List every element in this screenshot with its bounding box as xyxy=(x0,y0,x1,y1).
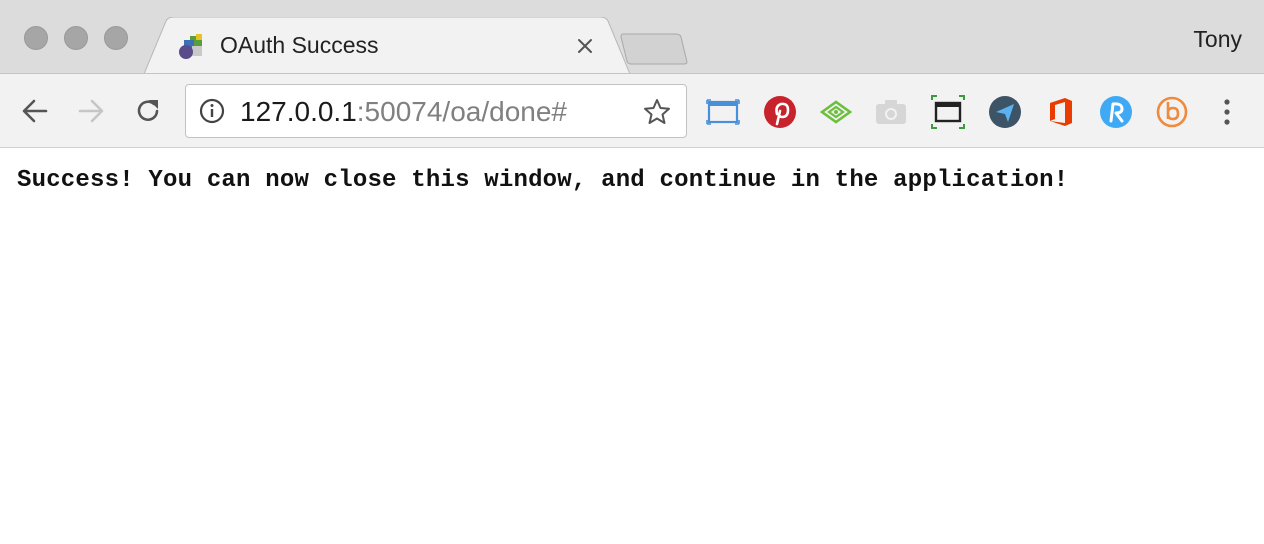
new-tab-button[interactable] xyxy=(620,32,690,66)
tab-active[interactable]: OAuth Success xyxy=(144,17,630,74)
success-message: Success! You can now close this window, … xyxy=(17,167,1069,194)
pinterest-icon[interactable] xyxy=(762,94,798,130)
page-content: Success! You can now close this window, … xyxy=(0,149,1264,544)
reload-icon[interactable] xyxy=(131,94,165,128)
tab-strip: OAuth Success Tony xyxy=(0,0,1264,74)
feedly-eye-icon[interactable] xyxy=(818,94,854,130)
office-icon[interactable] xyxy=(1043,94,1079,130)
close-icon[interactable] xyxy=(574,35,596,57)
info-icon[interactable] xyxy=(198,97,226,125)
send-arrow-icon[interactable] xyxy=(987,94,1023,130)
forward-arrow-icon[interactable] xyxy=(74,94,108,128)
minimize-window-button[interactable] xyxy=(64,26,88,50)
url-text[interactable]: 127.0.0.1:50074/oa/done# xyxy=(240,96,567,128)
tab-title: OAuth Success xyxy=(220,32,379,58)
bookmark-star-icon[interactable] xyxy=(642,97,672,127)
address-bar[interactable]: 127.0.0.1:50074/oa/done# xyxy=(185,84,687,138)
zoom-window-button[interactable] xyxy=(104,26,128,50)
profile-name[interactable]: Tony xyxy=(1193,26,1242,53)
b-circle-icon[interactable] xyxy=(1154,94,1190,130)
screen-capture-icon[interactable] xyxy=(705,94,741,130)
back-arrow-icon[interactable] xyxy=(18,94,52,128)
url-host: 127.0.0.1 xyxy=(240,96,357,127)
r-refresh-icon[interactable] xyxy=(1098,94,1134,130)
close-window-button[interactable] xyxy=(24,26,48,50)
screenshot-frame-icon[interactable] xyxy=(930,94,966,130)
browser-toolbar: 127.0.0.1:50074/oa/done# xyxy=(0,73,1264,148)
cube-stack-icon xyxy=(176,30,208,62)
camera-icon[interactable] xyxy=(873,94,909,130)
more-menu-icon[interactable] xyxy=(1214,96,1240,128)
url-path: :50074/oa/done# xyxy=(356,96,567,127)
